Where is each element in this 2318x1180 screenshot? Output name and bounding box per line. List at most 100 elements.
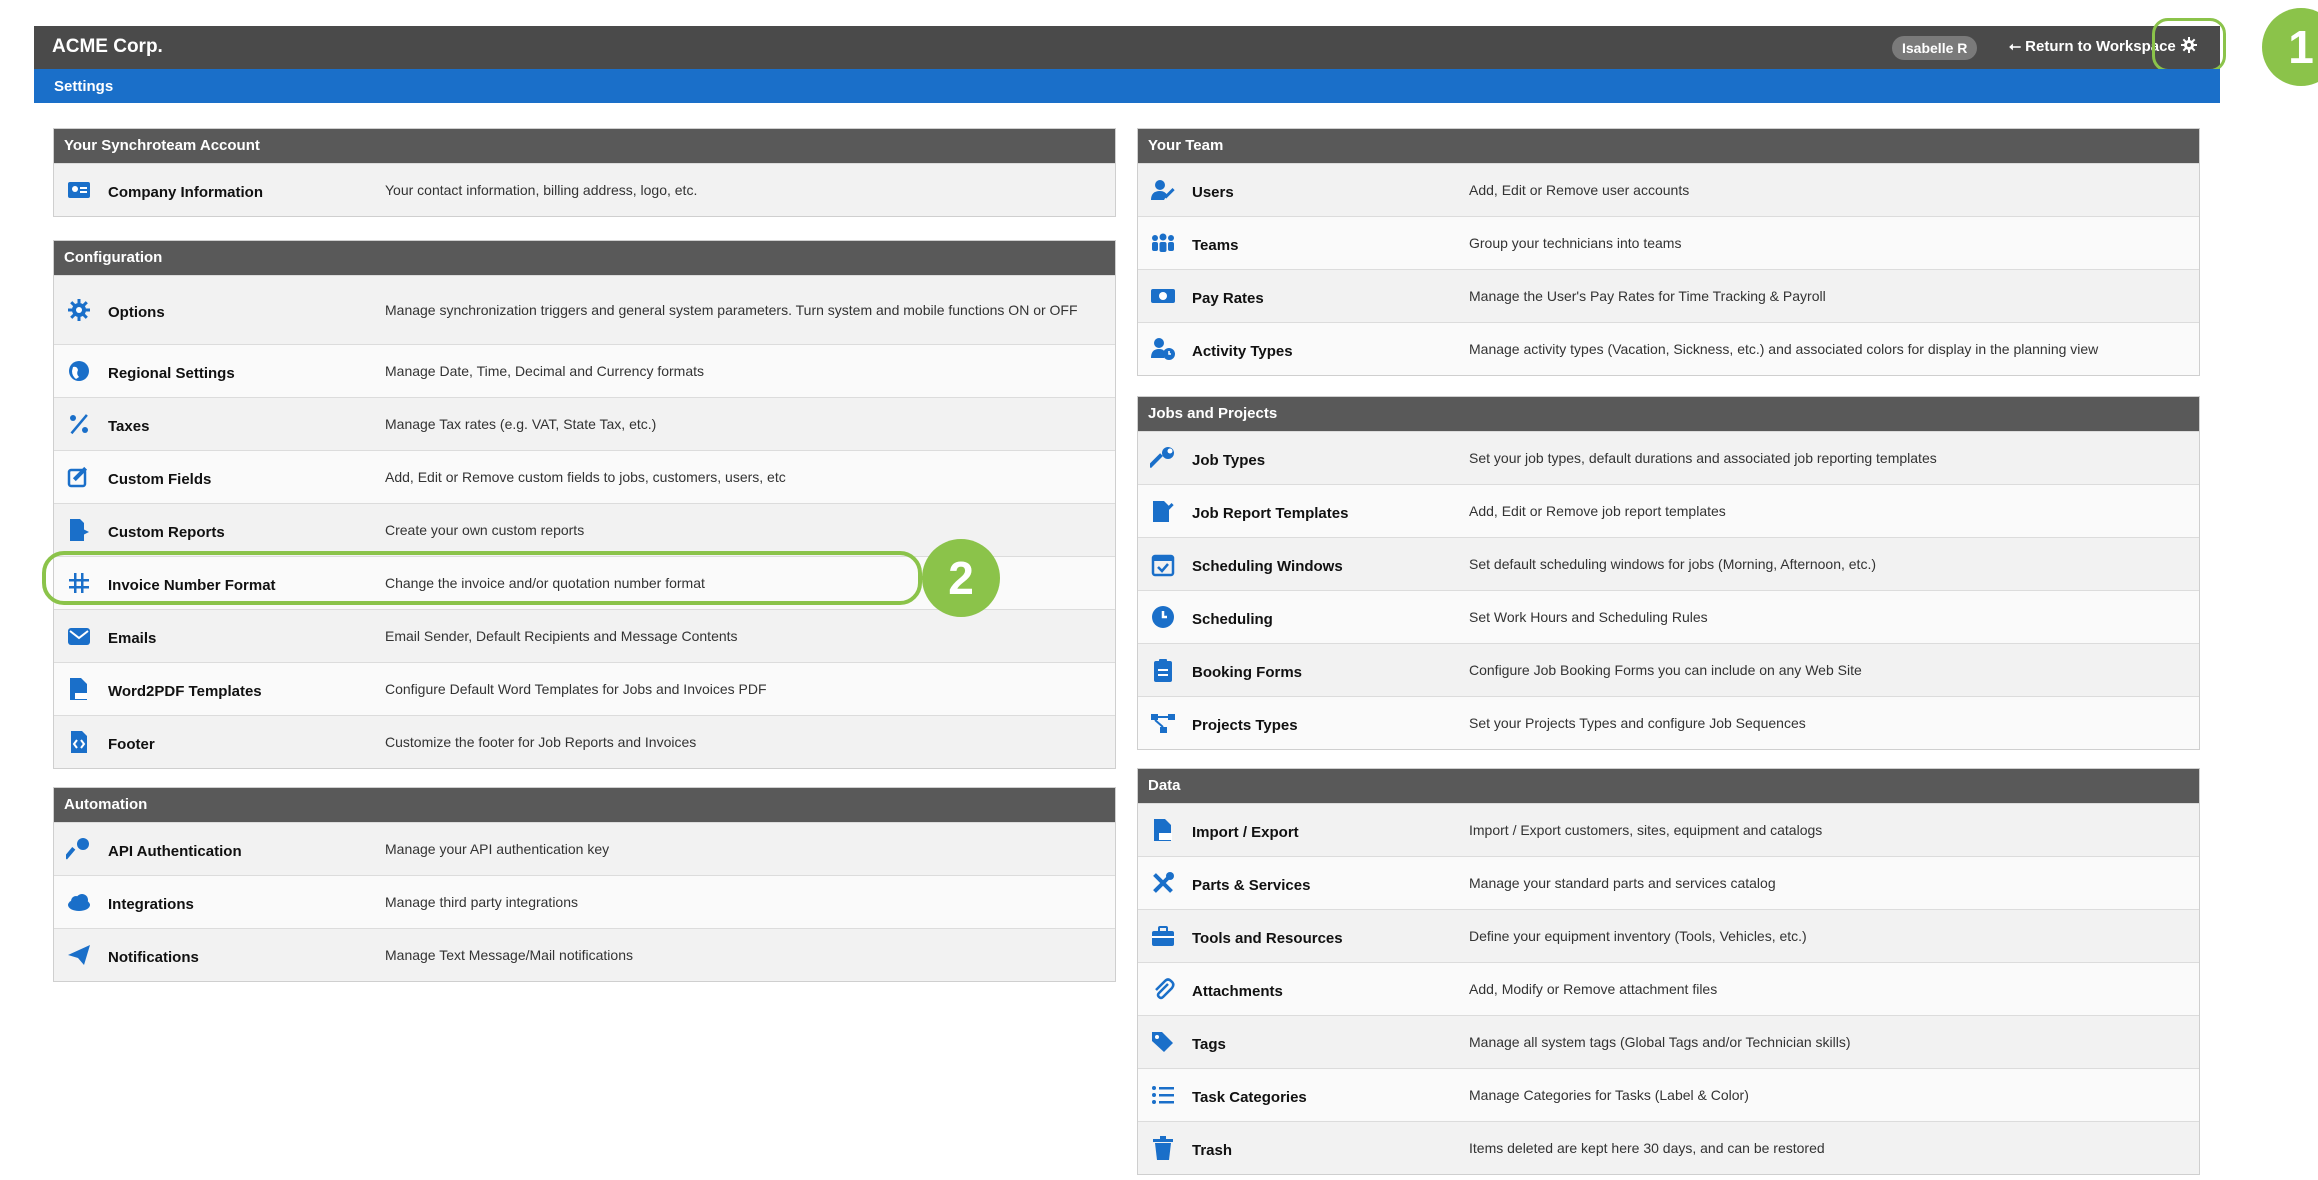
settings-row[interactable]: Notifications Manage Text Message/Mail no… [54, 928, 1115, 981]
settings-row[interactable]: Projects Types Set your Projects Types an… [1138, 696, 2199, 749]
globe-icon [69, 361, 89, 381]
setting-name[interactable]: Custom Fields [108, 451, 211, 503]
user-edit-icon [1151, 180, 1175, 200]
panel-account: Your Synchroteam Account Company Informat… [53, 128, 1116, 217]
settings-row[interactable]: Trash Items deleted are kept here 30 days… [1138, 1121, 2199, 1174]
setting-name[interactable]: API Authentication [108, 823, 242, 875]
settings-row[interactable]: API Authentication Manage your API authen… [54, 822, 1115, 875]
settings-row[interactable]: Scheduling Windows Set default scheduling… [1138, 537, 2199, 590]
setting-name[interactable]: Job Types [1192, 432, 1265, 484]
settings-row[interactable]: Scheduling Set Work Hours and Scheduling … [1138, 590, 2199, 643]
settings-row[interactable]: Import / Export Import / Export customers… [1138, 803, 2199, 856]
calendar-check-icon [1151, 554, 1175, 577]
setting-description: Items deleted are kept here 30 days, and… [1469, 1140, 1825, 1156]
section-header: Your Synchroteam Account [54, 129, 1115, 163]
settings-row[interactable]: Tags Manage all system tags (Global Tags … [1138, 1015, 2199, 1068]
setting-description: Manage Text Message/Mail notifications [385, 947, 633, 963]
setting-name[interactable]: Invoice Number Format [108, 557, 276, 609]
callout-2: 2 [922, 539, 1000, 617]
panel-configuration: Configuration Options Manage synchronizati… [53, 240, 1116, 769]
setting-name[interactable]: Regional Settings [108, 345, 235, 397]
setting-description: Import / Export customers, sites, equipm… [1469, 822, 1823, 838]
setting-name[interactable]: Footer [108, 716, 155, 768]
setting-name[interactable]: Attachments [1192, 963, 1283, 1015]
setting-name[interactable]: Activity Types [1192, 323, 1293, 375]
settings-row[interactable]: Options Manage synchronization triggers a… [54, 275, 1115, 344]
cloud-icon [68, 894, 90, 911]
paper-plane-icon [68, 945, 90, 965]
setting-name[interactable]: Taxes [108, 398, 149, 450]
setting-name[interactable]: Job Report Templates [1192, 485, 1348, 537]
setting-name[interactable]: Task Categories [1192, 1069, 1307, 1121]
settings-row[interactable]: Teams Group your technicians into teams [1138, 216, 2199, 269]
setting-description: Manage Date, Time, Decimal and Currency … [385, 363, 705, 379]
setting-name[interactable]: Options [108, 276, 165, 344]
settings-row[interactable]: Booking Forms Configure Job Booking Forms… [1138, 643, 2199, 696]
settings-row[interactable]: Footer Customize the footer for Job Repor… [54, 715, 1115, 768]
settings-row[interactable]: Users Add, Edit or Remove user accounts [1138, 163, 2199, 216]
setting-name[interactable]: Teams [1192, 217, 1238, 269]
setting-name[interactable]: Emails [108, 610, 156, 662]
gear-icon [68, 299, 90, 321]
setting-description: Add, Edit or Remove job report templates [1469, 503, 1726, 519]
settings-row[interactable]: Job Types Set your job types, default dur… [1138, 431, 2199, 484]
panel-your-team: Your Team Users Add, Edit or Remove user a… [1137, 128, 2200, 376]
setting-description: Your contact information, billing addres… [385, 182, 698, 198]
setting-name[interactable]: Integrations [108, 876, 194, 928]
app-title[interactable]: ACME Corp. [52, 36, 163, 58]
settings-subheader: Settings [34, 69, 2220, 103]
settings-row[interactable]: Regional Settings Manage Date, Time, Deci… [54, 344, 1115, 397]
setting-description: Email Sender, Default Recipients and Mes… [385, 628, 738, 644]
setting-description: Add, Edit or Remove custom fields to job… [385, 469, 786, 485]
settings-row[interactable]: Tools and Resources Define your equipment… [1138, 909, 2199, 962]
settings-row[interactable]: Taxes Manage Tax rates (e.g. VAT, State T… [54, 397, 1115, 450]
setting-name[interactable]: Scheduling [1192, 591, 1273, 643]
gear-icon [2181, 37, 2197, 53]
setting-name[interactable]: Tools and Resources [1192, 910, 1343, 962]
setting-name[interactable]: Company Information [108, 164, 263, 216]
setting-description: Manage Categories for Tasks (Label & Col… [1469, 1087, 1749, 1103]
setting-description: Add, Edit or Remove user accounts [1469, 182, 1690, 198]
settings-row[interactable]: Pay Rates Manage the User's Pay Rates for… [1138, 269, 2199, 322]
settings-row[interactable]: Company Information Your contact informat… [54, 163, 1115, 216]
setting-name[interactable]: Users [1192, 164, 1234, 216]
settings-row[interactable]: Emails Email Sender, Default Recipients a… [54, 609, 1115, 662]
setting-name[interactable]: Notifications [108, 929, 199, 981]
panel-data: Data Import / Export Import / Export custo… [1137, 768, 2200, 1175]
settings-row[interactable]: Attachments Add, Modify or Remove attachm… [1138, 962, 2199, 1015]
setting-name[interactable]: Import / Export [1192, 804, 1299, 856]
setting-name[interactable]: Projects Types [1192, 697, 1298, 749]
setting-name[interactable]: Word2PDF Templates [108, 663, 262, 715]
setting-name[interactable]: Scheduling Windows [1192, 538, 1343, 590]
paperclip-icon [1155, 978, 1175, 1000]
setting-description: Group your technicians into teams [1469, 235, 1682, 251]
key-icon [66, 838, 89, 860]
setting-description: Manage Tax rates (e.g. VAT, State Tax, e… [385, 416, 657, 432]
setting-description: Set default scheduling windows for jobs … [1469, 556, 1876, 572]
setting-name[interactable]: Booking Forms [1192, 644, 1302, 696]
settings-row[interactable]: Word2PDF Templates Configure Default Word… [54, 662, 1115, 715]
hashtag-icon [69, 573, 89, 593]
settings-row[interactable]: Integrations Manage third party integrati… [54, 875, 1115, 928]
section-header: Data [1138, 769, 2199, 803]
settings-row[interactable]: Custom Fields Add, Edit or Remove custom … [54, 450, 1115, 503]
setting-name[interactable]: Custom Reports [108, 504, 225, 556]
return-to-workspace-link[interactable]: ⭠ Return to Workspace [2009, 38, 2176, 55]
trash-icon [1153, 1136, 1173, 1160]
setting-name[interactable]: Trash [1192, 1122, 1232, 1174]
setting-name[interactable]: Parts & Services [1192, 857, 1310, 909]
setting-name[interactable]: Tags [1192, 1016, 1226, 1068]
user-badge[interactable]: Isabelle R [1892, 36, 1978, 60]
settings-row[interactable]: Parts & Services Manage your standard par… [1138, 856, 2199, 909]
setting-description: Set your Projects Types and configure Jo… [1469, 715, 1806, 731]
setting-description: Set your job types, default durations an… [1469, 450, 1937, 466]
settings-row[interactable]: Task Categories Manage Categories for Tas… [1138, 1068, 2199, 1121]
setting-description: Manage the User's Pay Rates for Time Tra… [1469, 288, 1826, 304]
settings-button[interactable] [2152, 18, 2226, 72]
settings-row[interactable]: Activity Types Manage activity types (Vac… [1138, 322, 2199, 375]
settings-row[interactable]: Job Report Templates Add, Edit or Remove … [1138, 484, 2199, 537]
id-card-icon [68, 182, 90, 198]
setting-description: Manage all system tags (Global Tags and/… [1469, 1034, 1851, 1050]
page-title: Settings [54, 78, 114, 95]
setting-name[interactable]: Pay Rates [1192, 270, 1264, 322]
